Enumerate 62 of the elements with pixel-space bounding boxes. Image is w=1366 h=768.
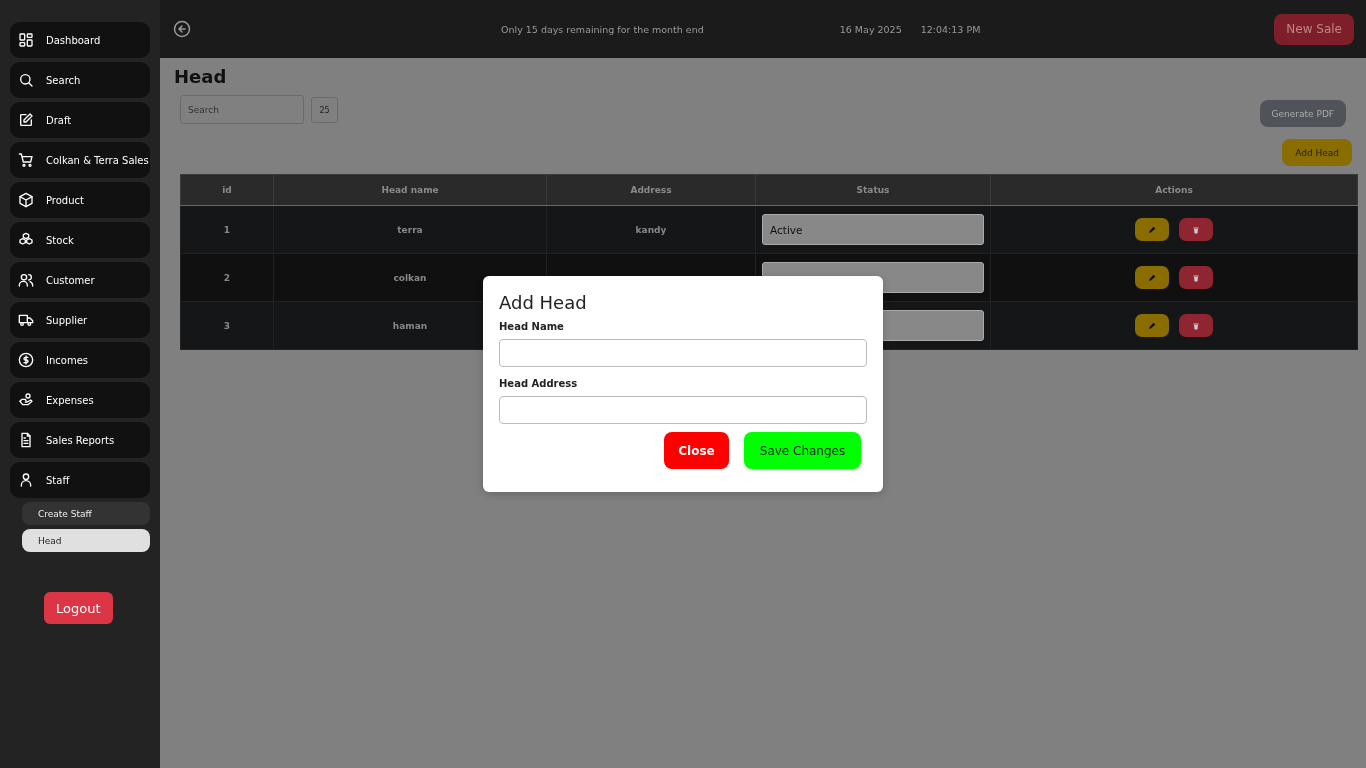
save-changes-button[interactable]: Save Changes [744, 432, 861, 469]
nav-item[interactable]: Sales Reports [10, 422, 150, 458]
page-title: Head [174, 66, 228, 87]
submenu-item[interactable]: Head [22, 529, 150, 552]
grid-icon [18, 32, 34, 48]
table-cell: 1 [180, 205, 274, 254]
pencil-icon [1147, 273, 1157, 282]
search-field[interactable]: Search [180, 95, 304, 124]
time-text: 12:04:13 PM [920, 23, 981, 35]
column-header: Actions [990, 174, 1358, 206]
cart-icon [18, 152, 34, 168]
document-icon [18, 432, 34, 448]
nav-item[interactable]: Product [10, 182, 150, 218]
edit-button[interactable] [1135, 314, 1170, 337]
column-header: Status [755, 174, 991, 206]
edit-button[interactable] [1135, 266, 1170, 289]
back-icon[interactable] [173, 20, 191, 38]
notice-text: Only 15 days remaining for the month end [501, 23, 704, 35]
search-icon [18, 72, 34, 88]
nav-item[interactable]: Search [10, 62, 150, 98]
close-button[interactable]: Close [664, 432, 729, 469]
users-icon [18, 272, 34, 288]
page-size-field[interactable]: 25 [311, 97, 338, 123]
user-icon [18, 472, 34, 488]
input-field[interactable] [499, 396, 867, 424]
boxes-icon [18, 232, 34, 248]
delete-button[interactable] [1178, 314, 1213, 337]
date-text: 16 May 2025 [839, 23, 902, 35]
trash-icon [1191, 321, 1200, 330]
hand-icon [18, 392, 34, 408]
nav-item[interactable]: Customer [10, 262, 150, 298]
trash-icon [1191, 273, 1200, 282]
table-cell: 3 [180, 301, 274, 350]
pencil-icon [1147, 321, 1157, 330]
nav-item[interactable]: Stock [10, 222, 150, 258]
nav-item[interactable]: Supplier [10, 302, 150, 338]
dollar-icon [18, 352, 34, 368]
edit-button[interactable] [1135, 218, 1170, 241]
column-header: id [180, 174, 274, 206]
table-cell: kandy [546, 205, 756, 254]
delete-button[interactable] [1178, 218, 1213, 241]
edit-icon [18, 112, 34, 128]
pencil-icon [1147, 225, 1157, 234]
truck-icon [18, 312, 34, 328]
input-field[interactable] [499, 339, 867, 367]
column-header: Head name [273, 174, 547, 206]
table-cell: terra [273, 205, 547, 254]
nav-item[interactable]: Incomes [10, 342, 150, 378]
logout-button[interactable]: Logout [44, 592, 113, 624]
nav-item[interactable]: Expenses [10, 382, 150, 418]
table-cell: 2 [180, 253, 274, 302]
nav-item[interactable]: Dashboard [10, 22, 150, 58]
trash-icon [1191, 225, 1200, 234]
column-header: Address [546, 174, 756, 206]
field-label: Head Address [499, 378, 579, 389]
submenu-item[interactable]: Create Staff [22, 502, 150, 525]
box-icon [18, 192, 34, 208]
status-select[interactable]: Active [762, 214, 984, 245]
nav-item[interactable]: Staff [10, 462, 150, 498]
delete-button[interactable] [1178, 266, 1213, 289]
nav-item[interactable]: Draft [10, 102, 150, 138]
nav-item[interactable]: Colkan & Terra Sales [10, 142, 150, 178]
